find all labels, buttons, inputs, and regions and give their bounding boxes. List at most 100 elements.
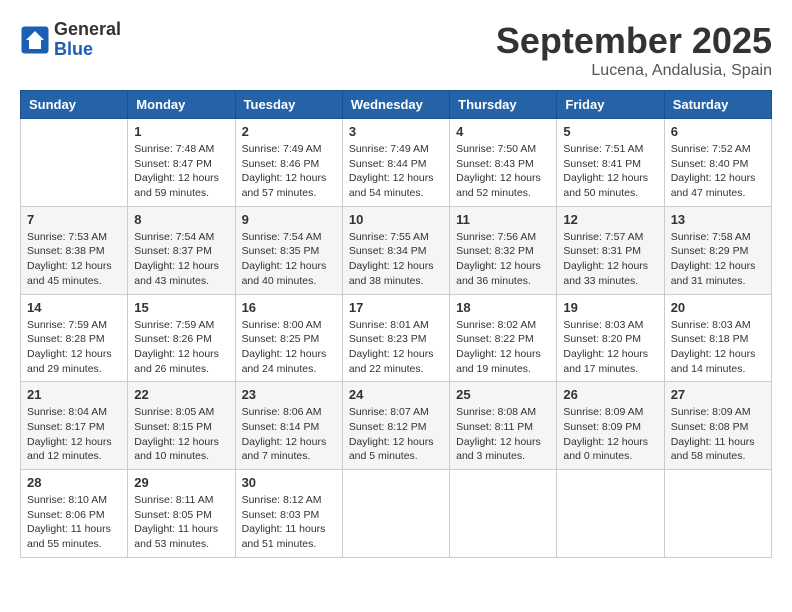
day-number: 6 <box>671 124 765 139</box>
month-title: September 2025 <box>496 20 772 62</box>
calendar-cell: 14 Sunrise: 7:59 AM Sunset: 8:28 PM Dayli… <box>21 294 128 382</box>
day-info: Sunrise: 7:54 AM Sunset: 8:35 PM Dayligh… <box>242 230 336 289</box>
calendar-cell: 17Sunrise: 8:01 AM Sunset: 8:23 PM Dayli… <box>342 294 449 382</box>
calendar-cell: 30 Sunrise: 8:12 AM Sunset: 8:03 PM Dayli… <box>235 470 342 558</box>
calendar-cell: 21 Sunrise: 8:04 AM Sunset: 8:17 PM Dayli… <box>21 382 128 470</box>
day-number: 7 <box>27 212 121 227</box>
calendar-cell: 15 Sunrise: 7:59 AM Sunset: 8:26 PM Dayli… <box>128 294 235 382</box>
calendar-cell: 1Sunrise: 7:48 AM Sunset: 8:47 PM Daylig… <box>128 119 235 207</box>
weekday-header: Tuesday <box>235 91 342 119</box>
day-info: Sunrise: 8:08 AM Sunset: 8:11 PM Dayligh… <box>456 405 550 464</box>
day-info: Sunrise: 7:59 AM Sunset: 8:26 PM Dayligh… <box>134 318 228 377</box>
calendar-cell: 20 Sunrise: 8:03 AM Sunset: 8:18 PM Dayli… <box>664 294 771 382</box>
day-info: Sunrise: 8:10 AM Sunset: 8:06 PM Dayligh… <box>27 493 121 552</box>
day-info: Sunrise: 8:05 AM Sunset: 8:15 PM Dayligh… <box>134 405 228 464</box>
day-info: Sunrise: 7:51 AM Sunset: 8:41 PM Dayligh… <box>563 142 657 201</box>
calendar-cell: 4 Sunrise: 7:50 AM Sunset: 8:43 PM Daylig… <box>450 119 557 207</box>
day-info: Sunrise: 8:06 AM Sunset: 8:14 PM Dayligh… <box>242 405 336 464</box>
calendar-cell: 28 Sunrise: 8:10 AM Sunset: 8:06 PM Dayli… <box>21 470 128 558</box>
weekday-header: Monday <box>128 91 235 119</box>
day-number: 19 <box>563 300 657 315</box>
day-number: 21 <box>27 387 121 402</box>
calendar-cell: 7Sunrise: 7:53 AM Sunset: 8:38 PM Daylig… <box>21 206 128 294</box>
calendar-cell: 22 Sunrise: 8:05 AM Sunset: 8:15 PM Dayli… <box>128 382 235 470</box>
calendar-cell: 27 Sunrise: 8:09 AM Sunset: 8:08 PM Dayli… <box>664 382 771 470</box>
page-header: General Blue September 2025 Lucena, Anda… <box>20 20 772 80</box>
day-info: Sunrise: 7:49 AM Sunset: 8:46 PM Dayligh… <box>242 142 336 201</box>
calendar-cell: 11Sunrise: 7:56 AM Sunset: 8:32 PM Dayli… <box>450 206 557 294</box>
calendar-cell: 18 Sunrise: 8:02 AM Sunset: 8:22 PM Dayli… <box>450 294 557 382</box>
day-number: 20 <box>671 300 765 315</box>
calendar-cell: 5 Sunrise: 7:51 AM Sunset: 8:41 PM Daylig… <box>557 119 664 207</box>
weekday-header: Wednesday <box>342 91 449 119</box>
calendar-cell: 3 Sunrise: 7:49 AM Sunset: 8:44 PM Daylig… <box>342 119 449 207</box>
day-number: 18 <box>456 300 550 315</box>
calendar-week-row: 28 Sunrise: 8:10 AM Sunset: 8:06 PM Dayli… <box>21 470 772 558</box>
logo-text: General Blue <box>54 20 121 60</box>
logo-general: General <box>54 20 121 40</box>
weekday-header: Thursday <box>450 91 557 119</box>
day-number: 11 <box>456 212 550 227</box>
weekday-header-row: SundayMondayTuesdayWednesdayThursdayFrid… <box>21 91 772 119</box>
calendar-week-row: 1Sunrise: 7:48 AM Sunset: 8:47 PM Daylig… <box>21 119 772 207</box>
day-number: 27 <box>671 387 765 402</box>
calendar-cell <box>557 470 664 558</box>
location: Lucena, Andalusia, Spain <box>496 62 772 80</box>
day-number: 28 <box>27 475 121 490</box>
calendar-cell: 6 Sunrise: 7:52 AM Sunset: 8:40 PM Daylig… <box>664 119 771 207</box>
day-number: 12 <box>563 212 657 227</box>
logo-blue: Blue <box>54 40 121 60</box>
calendar-cell: 25 Sunrise: 8:08 AM Sunset: 8:11 PM Dayli… <box>450 382 557 470</box>
day-number: 30 <box>242 475 336 490</box>
day-number: 4 <box>456 124 550 139</box>
calendar-cell: 16 Sunrise: 8:00 AM Sunset: 8:25 PM Dayli… <box>235 294 342 382</box>
logo: General Blue <box>20 20 121 60</box>
day-info: Sunrise: 7:54 AM Sunset: 8:37 PM Dayligh… <box>134 230 228 289</box>
day-info: Sunrise: 7:50 AM Sunset: 8:43 PM Dayligh… <box>456 142 550 201</box>
day-number: 15 <box>134 300 228 315</box>
calendar-cell: 19 Sunrise: 8:03 AM Sunset: 8:20 PM Dayli… <box>557 294 664 382</box>
calendar-week-row: 7Sunrise: 7:53 AM Sunset: 8:38 PM Daylig… <box>21 206 772 294</box>
day-number: 8 <box>134 212 228 227</box>
calendar-cell <box>342 470 449 558</box>
title-block: September 2025 Lucena, Andalusia, Spain <box>496 20 772 80</box>
calendar-week-row: 14 Sunrise: 7:59 AM Sunset: 8:28 PM Dayli… <box>21 294 772 382</box>
weekday-header: Friday <box>557 91 664 119</box>
calendar: SundayMondayTuesdayWednesdayThursdayFrid… <box>20 90 772 558</box>
day-number: 5 <box>563 124 657 139</box>
calendar-cell: 2Sunrise: 7:49 AM Sunset: 8:46 PM Daylig… <box>235 119 342 207</box>
day-number: 1 <box>134 124 228 139</box>
calendar-cell: 23Sunrise: 8:06 AM Sunset: 8:14 PM Dayli… <box>235 382 342 470</box>
day-info: Sunrise: 8:03 AM Sunset: 8:18 PM Dayligh… <box>671 318 765 377</box>
calendar-cell <box>450 470 557 558</box>
calendar-cell: 24Sunrise: 8:07 AM Sunset: 8:12 PM Dayli… <box>342 382 449 470</box>
day-info: Sunrise: 7:55 AM Sunset: 8:34 PM Dayligh… <box>349 230 443 289</box>
day-info: Sunrise: 8:04 AM Sunset: 8:17 PM Dayligh… <box>27 405 121 464</box>
day-number: 16 <box>242 300 336 315</box>
calendar-cell: 12 Sunrise: 7:57 AM Sunset: 8:31 PM Dayli… <box>557 206 664 294</box>
day-number: 25 <box>456 387 550 402</box>
calendar-cell: 10Sunrise: 7:55 AM Sunset: 8:34 PM Dayli… <box>342 206 449 294</box>
day-info: Sunrise: 8:11 AM Sunset: 8:05 PM Dayligh… <box>134 493 228 552</box>
day-number: 26 <box>563 387 657 402</box>
day-info: Sunrise: 8:07 AM Sunset: 8:12 PM Dayligh… <box>349 405 443 464</box>
day-info: Sunrise: 7:49 AM Sunset: 8:44 PM Dayligh… <box>349 142 443 201</box>
day-info: Sunrise: 8:02 AM Sunset: 8:22 PM Dayligh… <box>456 318 550 377</box>
calendar-cell <box>664 470 771 558</box>
calendar-week-row: 21 Sunrise: 8:04 AM Sunset: 8:17 PM Dayli… <box>21 382 772 470</box>
day-number: 22 <box>134 387 228 402</box>
day-info: Sunrise: 7:52 AM Sunset: 8:40 PM Dayligh… <box>671 142 765 201</box>
day-info: Sunrise: 7:57 AM Sunset: 8:31 PM Dayligh… <box>563 230 657 289</box>
day-info: Sunrise: 8:00 AM Sunset: 8:25 PM Dayligh… <box>242 318 336 377</box>
day-number: 14 <box>27 300 121 315</box>
day-number: 29 <box>134 475 228 490</box>
day-info: Sunrise: 7:58 AM Sunset: 8:29 PM Dayligh… <box>671 230 765 289</box>
day-info: Sunrise: 8:09 AM Sunset: 8:08 PM Dayligh… <box>671 405 765 464</box>
day-info: Sunrise: 7:59 AM Sunset: 8:28 PM Dayligh… <box>27 318 121 377</box>
day-info: Sunrise: 8:03 AM Sunset: 8:20 PM Dayligh… <box>563 318 657 377</box>
calendar-cell: 8 Sunrise: 7:54 AM Sunset: 8:37 PM Daylig… <box>128 206 235 294</box>
day-number: 3 <box>349 124 443 139</box>
day-info: Sunrise: 8:12 AM Sunset: 8:03 PM Dayligh… <box>242 493 336 552</box>
calendar-cell: 26Sunrise: 8:09 AM Sunset: 8:09 PM Dayli… <box>557 382 664 470</box>
calendar-cell <box>21 119 128 207</box>
